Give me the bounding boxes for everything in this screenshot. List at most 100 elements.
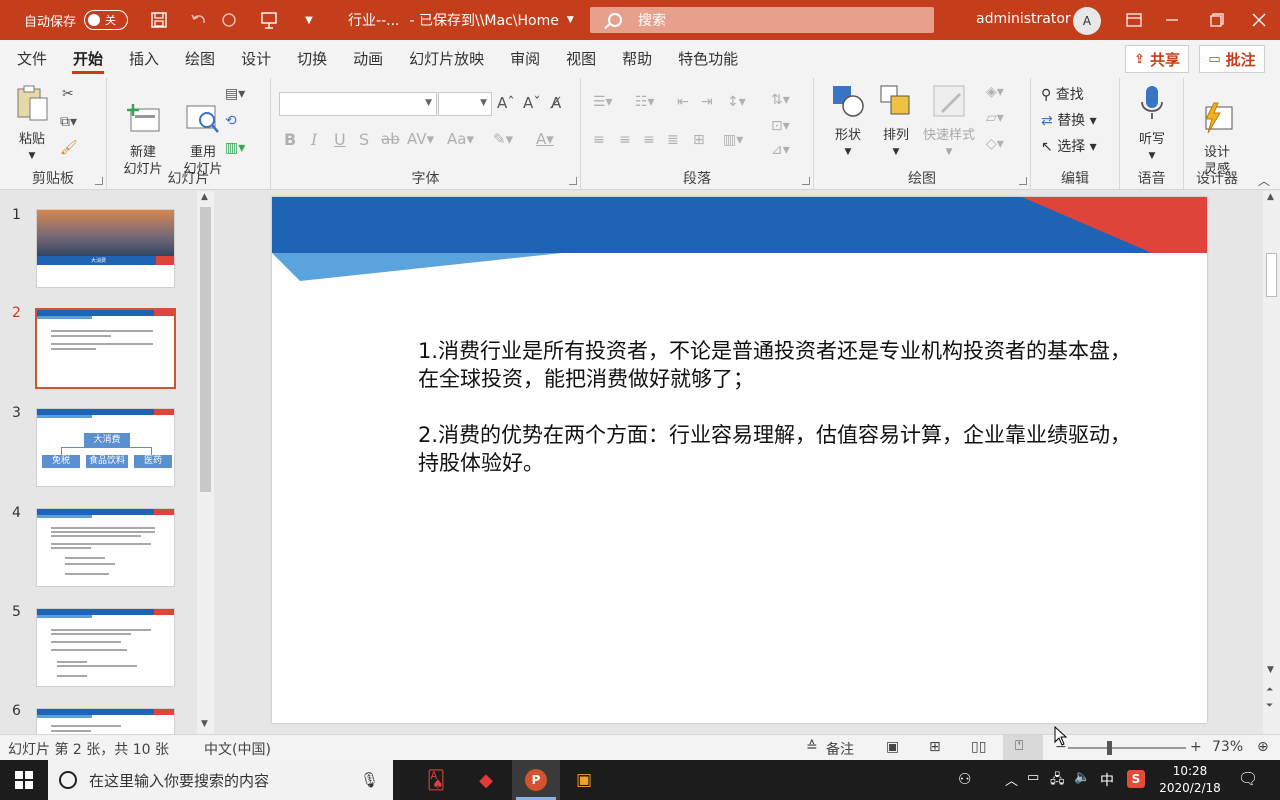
dictate-button[interactable]: 听写 ▼ [1132,84,1172,165]
distributed-icon[interactable]: ⊞ [693,132,705,148]
replace-button[interactable]: ⇄ 替换 ▾ [1041,110,1097,130]
spacing-icon[interactable]: AV▾ [407,130,434,148]
tab-insert[interactable]: 插入 [116,40,172,78]
battery-icon[interactable]: ▭ [1027,770,1039,785]
section-icon[interactable]: ▥▾ [225,140,245,156]
previous-slide-icon[interactable]: ⏶ [1266,685,1273,695]
shadow-icon[interactable]: S [359,130,369,149]
tab-help[interactable]: 帮助 [609,40,665,78]
bold-icon[interactable]: B [284,130,296,149]
scroll-up-icon[interactable]: ▲ [1267,192,1274,202]
dialog-launcher-icon[interactable] [802,177,810,185]
slideshow-view-button[interactable]: ⍞ [1003,735,1043,760]
scroll-down-icon[interactable]: ▼ [201,719,208,729]
align-text-icon[interactable]: ⊡▾ [771,118,790,134]
sogou-icon[interactable]: S [1127,770,1145,788]
align-center-icon[interactable]: ≡ [619,132,631,148]
justify-icon[interactable]: ≣ [667,132,679,148]
slide-thumbnail-6[interactable] [36,708,175,734]
paste-button[interactable]: 粘贴 ▼ [12,84,52,165]
tab-design[interactable]: 设计 [228,40,284,78]
volume-icon[interactable]: 🔈 [1074,770,1090,785]
increase-indent-icon[interactable]: ⇥ [701,94,713,110]
highlight-icon[interactable]: ✎▾ [493,130,513,148]
scrollbar-thumb[interactable] [1266,253,1277,297]
font-size-select[interactable]: ▼ [438,92,492,116]
underline-icon[interactable]: U [334,130,346,149]
format-painter-icon[interactable]: 🖌 [60,140,78,156]
slide-thumbnail-3[interactable]: 大消费 免税 食品饮料 医药 [36,408,175,487]
slide-thumbnail-5[interactable] [36,608,175,687]
cut-icon[interactable]: ✂ [62,86,74,102]
italic-icon[interactable]: I [311,130,317,149]
minimize-icon[interactable] [1160,8,1184,32]
decrease-indent-icon[interactable]: ⇤ [677,94,689,110]
tab-animations[interactable]: 动画 [340,40,396,78]
taskbar-search[interactable]: 在这里输入你要搜索的内容 🎙 [48,760,393,800]
people-icon[interactable]: ⚇ [958,770,971,788]
tab-view[interactable]: 视图 [553,40,609,78]
search-box[interactable]: 搜索 [590,7,934,33]
tab-slideshow[interactable]: 幻灯片放映 [396,40,497,78]
reset-icon[interactable]: ⟲ [225,113,237,129]
tab-draw[interactable]: 绘图 [172,40,228,78]
comments-button[interactable]: ▭ 批注 [1199,45,1265,73]
tab-home[interactable]: 开始 [60,40,116,78]
zoom-slider[interactable] [1068,747,1186,749]
normal-view-icon[interactable]: ▣ [886,739,899,755]
editor-scrollbar[interactable]: ▲ ▼ ⏶ ⏷ [1263,191,1280,734]
share-button[interactable]: ⇪ 共享 [1125,45,1189,73]
notifications-icon[interactable]: 🗨 [1238,769,1258,788]
tab-featured[interactable]: 特色功能 [665,40,751,78]
slide-thumbnail-2[interactable] [35,308,176,389]
save-icon[interactable] [150,11,168,29]
line-spacing-icon[interactable]: ↕▾ [727,94,746,110]
decrease-font-icon[interactable]: Aˇ [523,94,541,112]
fit-to-window-icon[interactable]: ⊕ [1257,739,1269,755]
start-button[interactable] [0,760,48,800]
scroll-up-icon[interactable]: ▲ [201,192,208,202]
undo-icon[interactable] [190,11,208,29]
increase-font-icon[interactable]: Aˆ [497,94,515,112]
arrange-button[interactable]: 排列 ▼ [876,84,916,161]
clock[interactable]: 10:28 2020/2/18 [1158,763,1222,797]
tab-file[interactable]: 文件 [4,40,60,78]
shape-fill-icon[interactable]: ◈▾ [986,84,1004,100]
slide-sorter-icon[interactable]: ⊞ [929,739,941,755]
ime-indicator[interactable]: 中 [1100,770,1114,790]
text-direction-icon[interactable]: ⇅▾ [771,92,790,108]
present-icon[interactable] [260,11,278,29]
autosave-toggle[interactable]: 关 [84,10,129,30]
layout-icon[interactable]: ▤▾ [225,86,245,102]
slide-thumbnail-4[interactable] [36,508,175,587]
bullets-icon[interactable]: ☰▾ [593,94,613,110]
microphone-icon[interactable]: 🎙 [360,771,379,789]
network-icon[interactable]: 🖧 [1050,770,1065,792]
notes-button[interactable]: 备注 [826,739,854,759]
font-color-icon[interactable]: A▾ [536,130,554,148]
zoom-level[interactable]: 73% [1212,739,1243,755]
language-indicator[interactable]: 中文(中国) [204,739,271,759]
next-slide-icon[interactable]: ⏷ [1266,701,1273,711]
slide-count[interactable]: 幻灯片 第 2 张，共 10 张 [8,739,169,759]
slide-body-text[interactable]: 1.消费行业是所有投资者，不论是普通投资者还是专业机构投资者的基本盘，在全球投资… [418,337,1138,505]
align-left-icon[interactable]: ≡ [593,132,605,148]
tab-review[interactable]: 审阅 [497,40,553,78]
quick-styles-button[interactable]: 快速样式 ▼ [918,84,980,161]
save-status[interactable]: - 已保存到\\Mac\Home [409,10,558,30]
shapes-button[interactable]: 形状 ▼ [828,84,868,161]
taskbar-app-powerpoint[interactable]: P [512,760,560,800]
current-slide[interactable]: 1.消费行业是所有投资者，不论是普通投资者还是专业机构投资者的基本盘，在全球投资… [272,197,1207,723]
change-case-icon[interactable]: Aa▾ [447,130,474,148]
numbering-icon[interactable]: ☷▾ [635,94,655,110]
scrollbar-thumb[interactable] [200,207,211,492]
zoom-slider-thumb[interactable] [1107,741,1113,755]
columns-icon[interactable]: ▥▾ [723,132,743,148]
tab-transitions[interactable]: 切换 [284,40,340,78]
avatar[interactable]: A [1073,7,1101,35]
slide-paragraph-1[interactable]: 1.消费行业是所有投资者，不论是普通投资者还是专业机构投资者的基本盘，在全球投资… [418,337,1138,393]
notes-icon[interactable]: ≙ [806,739,818,755]
font-family-select[interactable]: ▼ [279,92,437,116]
shape-outline-icon[interactable]: ▱▾ [986,110,1004,126]
dialog-launcher-icon[interactable] [1019,177,1027,185]
